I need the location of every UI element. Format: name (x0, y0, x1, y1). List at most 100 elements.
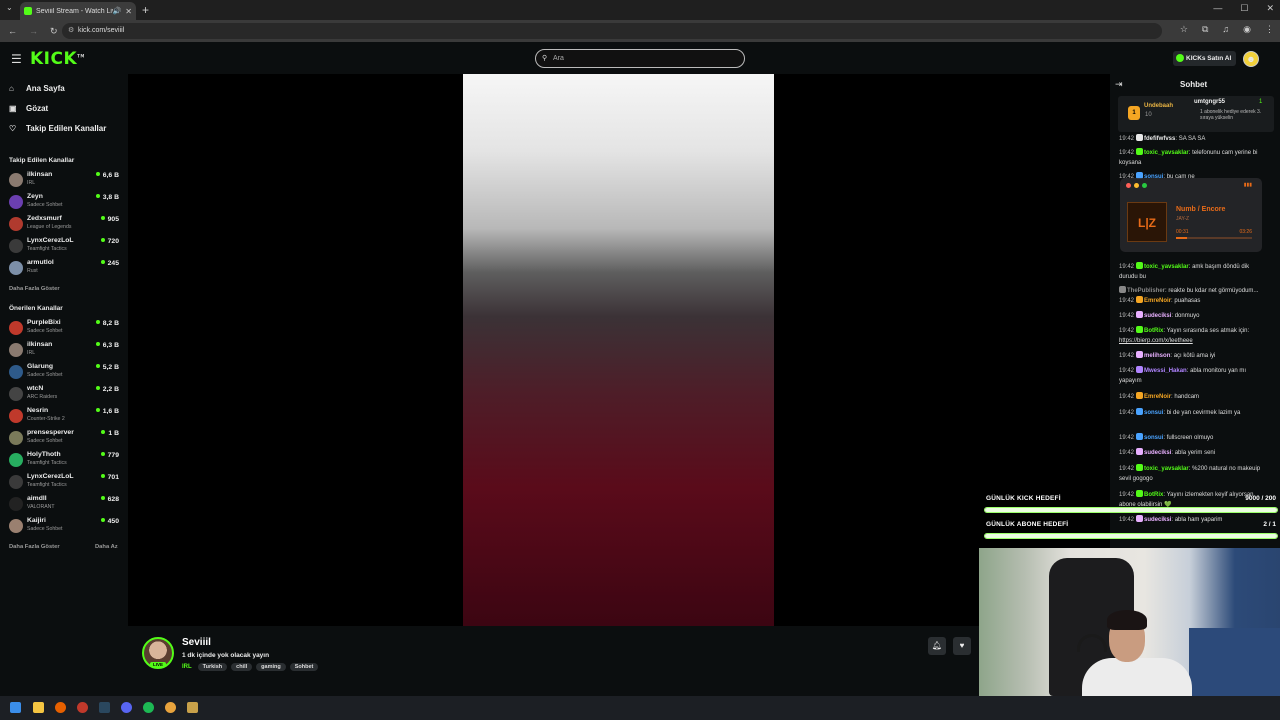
channel-item[interactable]: Kaijiri Sadece Sohbet 450 (9, 517, 123, 539)
channel-item[interactable]: prensesperver Sadece Sohbet 1 B (9, 429, 123, 451)
sidebar-nav-home[interactable]: ⌂ Ana Sayfa (9, 84, 65, 93)
stream-tag[interactable]: Turkish (197, 663, 228, 671)
file-explorer-icon[interactable] (33, 702, 44, 713)
back-arrow-icon[interactable]: ← (8, 26, 17, 37)
chat-username[interactable]: fdefifwfvss (1144, 136, 1175, 142)
sub-goal-label: GÜNLÜK ABONE HEDEFİ (986, 521, 1069, 528)
kick-logo[interactable]: KICKTM (30, 49, 85, 69)
top-gifter-name[interactable]: Undebaah (1144, 103, 1173, 109)
minimize-button[interactable]: — (1213, 3, 1222, 14)
channel-item[interactable]: HolyThoth Teamfight Tactics 779 (9, 451, 123, 473)
tab-audio-icon[interactable]: 🔊 (113, 7, 122, 15)
channel-item[interactable]: PurpleBixi Sadece Sohbet 8,2 B (9, 319, 123, 341)
stream-tag[interactable]: Sohbet (289, 663, 319, 671)
sidebar-nav-browse[interactable]: ▣ Gözat (9, 104, 48, 113)
song-progress-fill (1176, 237, 1188, 239)
buy-kicks-button[interactable]: KICKs Satın Al (1173, 51, 1237, 66)
steam-icon[interactable] (99, 702, 110, 713)
app-icon[interactable] (77, 702, 88, 713)
chat-text: abla yerim seni (1174, 450, 1216, 456)
chat-message: 19:42 Mwessi_Hakan: abla monitoru yan mı … (1119, 366, 1247, 384)
media-control-icon[interactable]: ♫ (1222, 24, 1229, 35)
chat-username[interactable]: sonsui (1144, 435, 1163, 441)
video-player[interactable] (128, 74, 1110, 626)
channel-item[interactable]: Zeyn Sadece Sohbet 3,8 B (9, 193, 123, 215)
channel-viewers: 2,2 B (96, 386, 119, 393)
menu-dots-icon[interactable]: ⋮ (1265, 24, 1274, 35)
show-more-recommended-button[interactable]: Daha Fazla Göster (9, 544, 60, 550)
channel-item[interactable]: wtcN ARC Raiders 2,2 B (9, 385, 123, 407)
maximize-button[interactable]: ☐ (1240, 3, 1248, 14)
notification-bell-button[interactable]: 🔔︎ (928, 637, 946, 655)
chat-username[interactable]: sonsui (1144, 410, 1163, 416)
chat-badge-icon (1136, 392, 1144, 399)
channel-item[interactable]: ilkinsan IRL 6,3 B (9, 341, 123, 363)
discord-icon[interactable] (121, 702, 132, 713)
show-less-button[interactable]: Daha Az (95, 544, 118, 550)
chat-username[interactable]: EmreNoir (1144, 298, 1171, 304)
user-avatar[interactable]: ☻ (1243, 51, 1259, 67)
chat-timestamp: 19:42 (1119, 410, 1135, 416)
channel-item[interactable]: armutlol Rust 245 (9, 259, 123, 281)
channel-category: VALORANT (27, 504, 55, 510)
chat-message: 19:42 toxic_yavsaklar: amk başım döndü di… (1119, 262, 1250, 280)
song-progress-bar (1176, 237, 1252, 239)
channel-item[interactable]: aimdll VALORANT 628 (9, 495, 123, 517)
chat-username[interactable]: sudeciksi (1144, 313, 1171, 319)
close-window-button[interactable]: ✕ (1266, 3, 1274, 14)
stream-tags: IRL Turkish chill gaming Sohbet (182, 663, 319, 671)
tab-close-icon[interactable]: ✕ (125, 7, 132, 16)
chat-timestamp: 19:42 (1119, 298, 1135, 304)
chat-username[interactable]: toxic_yavsaklar (1144, 466, 1189, 472)
chat-username[interactable]: EmreNoir (1144, 394, 1171, 400)
follow-heart-button[interactable]: ♥ (953, 637, 971, 655)
gifter-name[interactable]: umtgngr55 (1194, 99, 1225, 105)
new-tab-button[interactable]: + (142, 3, 149, 17)
chat-link[interactable]: https://bierp.com/x/leetheee (1119, 338, 1193, 344)
browse-icon: ▣ (9, 104, 17, 113)
spotify-icon[interactable] (143, 702, 154, 713)
chat-username[interactable]: sudeciksi (1144, 450, 1171, 456)
channel-item[interactable]: Glarung Sadece Sohbet 5,2 B (9, 363, 123, 385)
game-launcher-icon[interactable] (187, 702, 198, 713)
reload-icon[interactable]: ↻ (50, 26, 58, 37)
channel-item[interactable]: ilkinsan IRL 6,6 B (9, 171, 123, 193)
chat-username[interactable]: ThePublisher (1127, 288, 1165, 294)
chat-username[interactable]: BotRix (1144, 328, 1163, 334)
site-info-icon[interactable]: ⚙ (68, 26, 74, 34)
video-stream-frame[interactable] (463, 74, 774, 626)
channel-item[interactable]: Nesrin Counter-Strike 2 1,6 B (9, 407, 123, 429)
chat-timestamp: 19:42 (1119, 136, 1135, 142)
sidebar-nav-following[interactable]: ♡ Takip Edilen Kanallar (9, 124, 106, 133)
song-total: 03:26 (1239, 229, 1252, 235)
firefox-icon[interactable] (55, 702, 66, 713)
browser-tab-active[interactable]: Seviiil Stream - Watch Live 🔊 ✕ (20, 2, 136, 20)
forward-arrow-icon[interactable]: → (29, 26, 38, 37)
tab-list-chevron-icon[interactable]: ⌄ (6, 3, 13, 12)
url-field[interactable]: kick.com/seviiil (62, 23, 1162, 39)
hamburger-menu-icon[interactable]: ☰ (11, 52, 22, 66)
extensions-icon[interactable]: ⧉ (1202, 24, 1208, 35)
stream-category-link[interactable]: IRL (182, 664, 192, 670)
chat-username[interactable]: toxic_yavsaklar (1144, 150, 1189, 156)
bookmark-star-icon[interactable]: ☆ (1180, 24, 1188, 35)
chat-username[interactable]: melihson (1144, 353, 1170, 359)
channel-item[interactable]: LynxCerezLoL Teamfight Tactics 720 (9, 237, 123, 259)
chat-username[interactable]: toxic_yavsaklar (1144, 264, 1189, 270)
streamer-name[interactable]: Seviiil (182, 637, 211, 648)
search-input[interactable]: ⚲ Ara (535, 49, 745, 68)
collapse-chat-icon[interactable]: ⇥ (1115, 79, 1123, 90)
profile-icon[interactable]: ◉ (1243, 24, 1251, 35)
stream-tag[interactable]: gaming (256, 663, 286, 671)
chat-username[interactable]: Mwessi_Hakan (1144, 368, 1187, 374)
stream-tag[interactable]: chill (231, 663, 253, 671)
chrome-icon[interactable] (165, 702, 176, 713)
heart-icon: ♡ (9, 124, 17, 133)
channel-item[interactable]: LynxCerezLoL Teamfight Tactics 701 (9, 473, 123, 495)
channel-avatar (9, 387, 23, 401)
channel-item[interactable]: Zedxsmurf League of Legends 905 (9, 215, 123, 237)
show-more-followed-button[interactable]: Daha Fazla Göster (9, 286, 60, 292)
cam-person-hair (1107, 610, 1147, 630)
windows-start-icon[interactable] (10, 702, 21, 713)
live-badge: LIVE (150, 662, 167, 667)
